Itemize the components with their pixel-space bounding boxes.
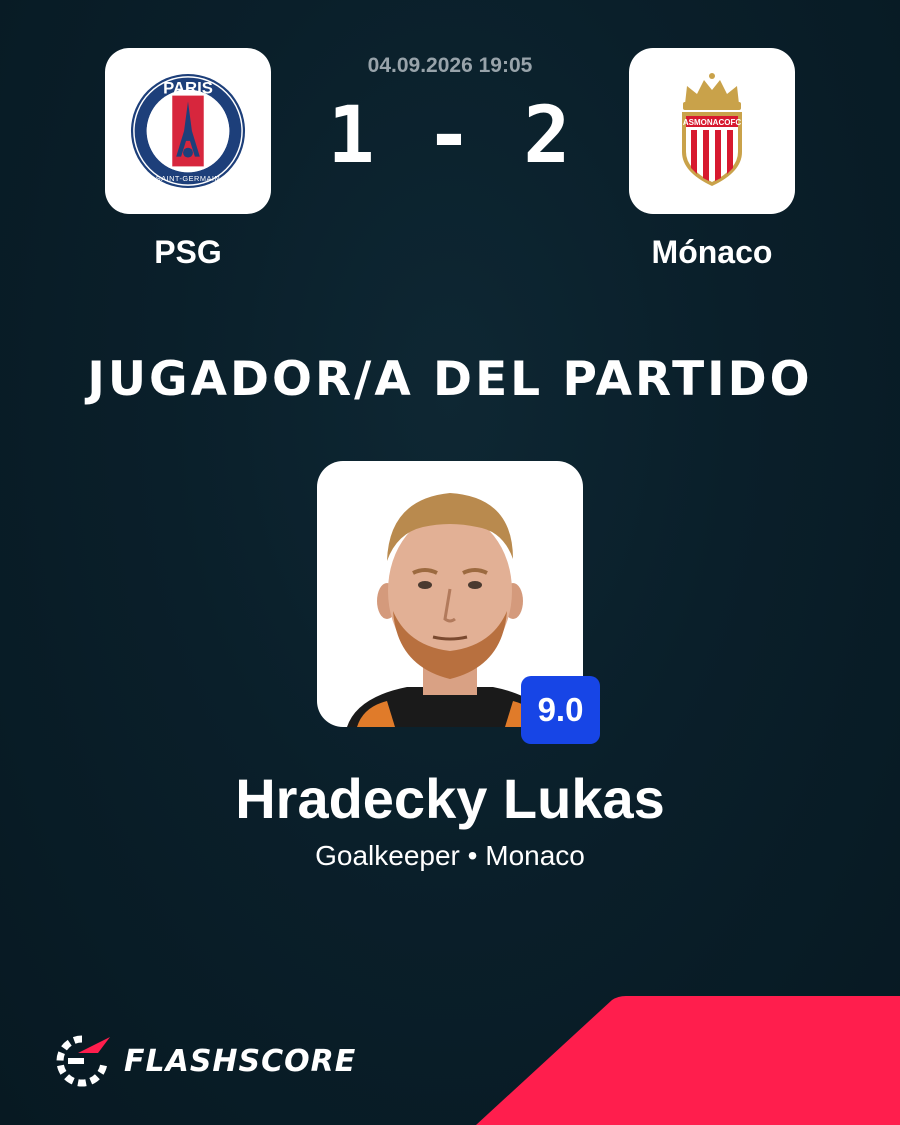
player-position-team: Goalkeeper • Monaco — [315, 840, 585, 871]
match-datetime: 04.09.2026 19:05 — [367, 54, 533, 77]
away-team-crest-card[interactable]: ASMONACOFC — [629, 48, 795, 214]
away-team-name[interactable]: Mónaco — [629, 234, 795, 271]
svg-text:ASMONACOFC: ASMONACOFC — [683, 118, 741, 127]
flashscore-logo-icon — [56, 1035, 110, 1087]
svg-text:PARIS: PARIS — [163, 79, 213, 98]
home-team-name[interactable]: PSG — [105, 234, 271, 271]
brand-name: FLASHSCORE — [124, 1043, 357, 1079]
monaco-crest-icon: ASMONACOFC — [682, 73, 742, 186]
svg-text:SAINT-GERMAIN: SAINT-GERMAIN — [156, 174, 220, 183]
player-rating-badge: 9.0 — [521, 676, 600, 744]
player-name[interactable]: Hradecky Lukas — [0, 766, 900, 831]
flashscore-logo[interactable]: FLASHSCORE — [54, 1033, 356, 1089]
home-team-crest-card[interactable]: PARIS SAINT-GERMAIN — [105, 48, 271, 214]
match-score: 1 - 2 — [327, 91, 573, 181]
award-title: JUGADOR/A DEL PARTIDO — [87, 352, 813, 407]
psg-crest-icon: PARIS SAINT-GERMAIN — [130, 73, 246, 189]
